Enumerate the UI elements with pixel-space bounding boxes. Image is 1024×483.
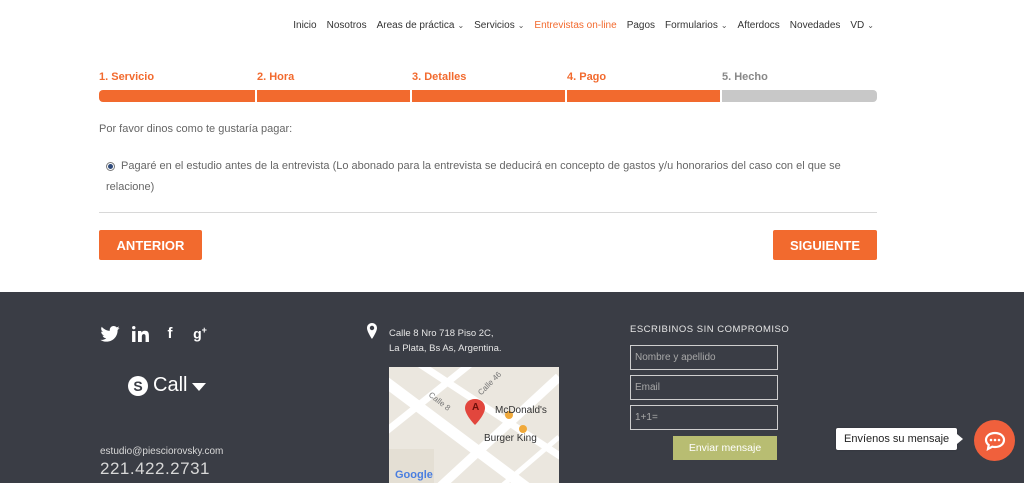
step-label: 5. Hecho <box>722 71 768 83</box>
skype-call[interactable]: S Call <box>128 374 207 397</box>
payment-option-studio[interactable]: Pagaré en el estudio antes de la entrevi… <box>106 159 876 194</box>
next-button[interactable]: SIGUIENTE <box>773 230 877 260</box>
google-logo: Google <box>395 469 433 481</box>
payment-option-line2: relacione) <box>106 181 155 193</box>
nav-item-afterdocs[interactable]: Afterdocs <box>738 20 780 31</box>
address-line1: Calle 8 Nro 718 Piso 2C, <box>389 328 494 339</box>
map-poi-mcdonalds: McDonald's <box>495 405 547 416</box>
nav-item-entrevistas-on-line[interactable]: Entrevistas on-line <box>534 20 616 31</box>
step-label: 1. Servicio <box>99 71 155 83</box>
nav-item-label: Formularios <box>665 19 718 31</box>
footer-phone[interactable]: 221.422.2731 <box>100 459 210 479</box>
name-input[interactable] <box>630 345 778 370</box>
booking-steps: 1. Servicio 2. Hora 3. Detalles 4. Pago … <box>99 70 877 102</box>
step-bar <box>257 90 410 102</box>
payment-option-text: Pagaré en el estudio antes de la entrevi… <box>106 159 841 194</box>
step-label: 3. Detalles <box>412 71 467 83</box>
nav-item-pagos[interactable]: Pagos <box>627 20 655 31</box>
nav-item-label: VD <box>850 19 865 31</box>
form-divider <box>99 212 877 213</box>
step-bar <box>722 90 877 102</box>
map-marker-label: A <box>472 402 480 413</box>
radio-selected-dot <box>108 164 113 169</box>
linkedin-icon[interactable] <box>132 325 149 342</box>
address-line2: La Plata, Bs As, Argentina. <box>389 343 502 354</box>
chat-icon <box>984 431 1005 451</box>
footer: f g+ S Call estudio@piesciorovsky.com 22… <box>0 292 1024 483</box>
skype-icon: S <box>128 375 148 396</box>
social-links: f g+ <box>100 325 209 342</box>
nav-item-inicio[interactable]: Inicio <box>293 20 316 31</box>
step-hecho: 5. Hecho <box>722 70 877 102</box>
step-bar <box>99 90 255 102</box>
chat-prompt-bubble[interactable]: Envíenos su mensaje <box>836 428 964 450</box>
nav-item-label: Entrevistas on-line <box>534 19 617 31</box>
nav-item-vd[interactable]: VD ⌄ <box>850 20 874 31</box>
nav-item-formularios[interactable]: Formularios ⌄ <box>665 20 728 31</box>
captcha-input[interactable] <box>630 405 778 430</box>
payment-option-line1: Pagaré en el estudio antes de la entrevi… <box>121 160 841 172</box>
chevron-down-icon: ⌄ <box>517 20 525 30</box>
caret-down-icon <box>192 383 207 391</box>
previous-button[interactable]: ANTERIOR <box>99 230 202 260</box>
footer-email[interactable]: estudio@piesciorovsky.com <box>100 446 223 457</box>
payment-radio[interactable] <box>106 162 115 171</box>
step-label: 2. Hora <box>257 71 295 83</box>
location-pin-icon <box>367 323 377 339</box>
twitter-icon[interactable] <box>100 325 120 342</box>
nav-item-areas-de-pr-ctica[interactable]: Areas de práctica ⌄ <box>377 20 465 31</box>
footer-address: Calle 8 Nro 718 Piso 2C, La Plata, Bs As… <box>389 326 502 356</box>
step-detalles: 3. Detalles <box>412 70 565 102</box>
email-input[interactable] <box>630 375 778 400</box>
chat-button[interactable] <box>974 420 1015 461</box>
call-label: Call <box>153 374 188 396</box>
nav-item-novedades[interactable]: Novedades <box>790 20 841 31</box>
step-servicio: 1. Servicio <box>99 70 255 102</box>
nav-item-label: Inicio <box>293 19 317 31</box>
chevron-down-icon: ⌄ <box>457 20 465 30</box>
contact-form-title: ESCRIBINOS SIN COMPROMISO <box>630 324 790 335</box>
nav-item-label: Afterdocs <box>737 19 780 31</box>
google-plus-icon[interactable]: g+ <box>191 325 209 342</box>
location-map[interactable]: A McDonald's Burger King Calle 8 Calle 4… <box>389 367 559 483</box>
step-label: 4. Pago <box>567 71 607 83</box>
map-graphic <box>389 367 559 483</box>
chevron-down-icon: ⌄ <box>720 20 728 30</box>
facebook-icon[interactable]: f <box>161 325 179 342</box>
nav-item-nosotros[interactable]: Nosotros <box>327 20 367 31</box>
map-poi-burger-king: Burger King <box>484 433 537 444</box>
step-bar <box>412 90 565 102</box>
step-bar <box>567 90 720 102</box>
nav-item-label: Pagos <box>626 19 656 31</box>
nav-item-label: Nosotros <box>326 19 367 31</box>
send-message-button[interactable]: Enviar mensaje <box>673 436 777 460</box>
nav-item-servicios[interactable]: Servicios ⌄ <box>474 20 524 31</box>
step-pago: 4. Pago <box>567 70 720 102</box>
nav-item-label: Areas de práctica <box>376 19 455 31</box>
nav-item-label: Servicios <box>474 19 515 31</box>
chevron-down-icon: ⌄ <box>867 20 874 30</box>
main-nav: Inicio Nosotros Areas de práctica ⌄ Servicio… <box>283 18 874 32</box>
step-hora: 2. Hora <box>257 70 410 102</box>
payment-prompt: Por favor dinos como te gustaría pagar: <box>99 123 293 135</box>
nav-item-label: Novedades <box>789 19 841 31</box>
